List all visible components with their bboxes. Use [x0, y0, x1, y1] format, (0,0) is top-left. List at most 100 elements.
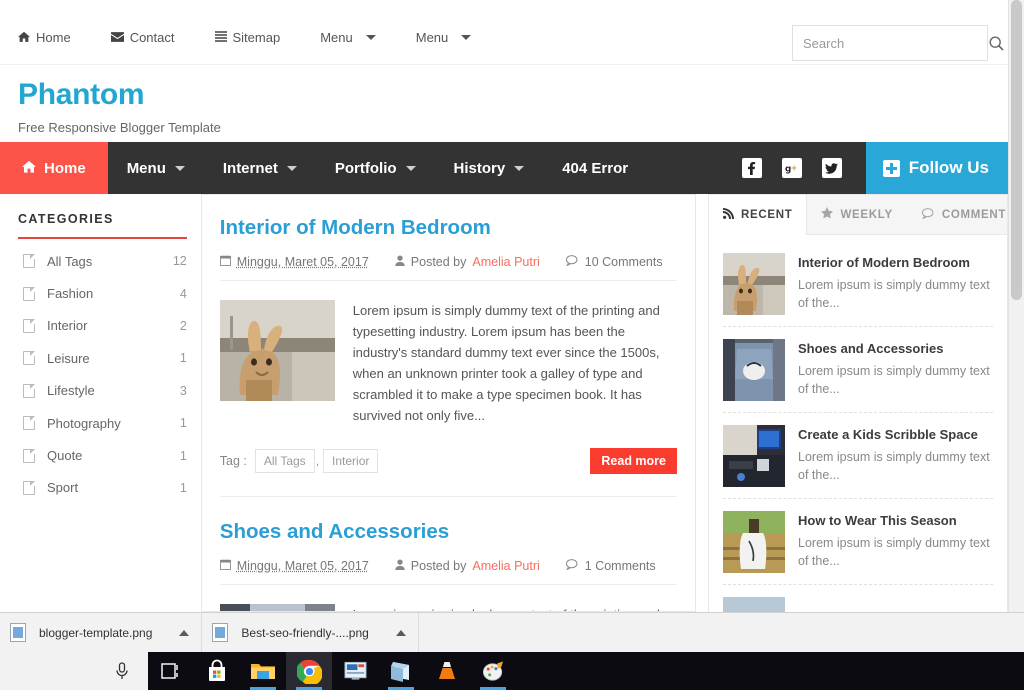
tag-separator: , [315, 454, 320, 468]
list-item[interactable] [723, 585, 993, 612]
nav-item-history[interactable]: History [435, 142, 544, 194]
chevron-up-icon[interactable] [395, 629, 406, 636]
sidebar-item-photography[interactable]: Photography 1 [18, 407, 187, 439]
search-icon [989, 36, 1004, 51]
list-item[interactable]: How to Wear This Season Lorem ipsum is s… [723, 499, 993, 585]
user-icon [395, 559, 405, 573]
file-icon [23, 286, 35, 301]
facebook-icon[interactable] [741, 158, 762, 178]
recent-excerpt: Lorem ipsum is simply dummy text of the.… [798, 536, 990, 568]
tab-comment[interactable]: COMMENT [908, 195, 1021, 234]
category-count: 12 [172, 254, 187, 269]
sidebar-item-fashion[interactable]: Fashion 4 [18, 277, 187, 309]
list-item[interactable]: Create a Kids Scribble Space Lorem ipsum… [723, 413, 993, 499]
list-icon [214, 31, 227, 44]
taskbar-google-chrome-icon[interactable] [286, 652, 332, 690]
post-excerpt: Lorem ipsum is simply dummy text of the … [353, 604, 677, 611]
topnav-item-menu-1[interactable]: Menu [320, 30, 376, 45]
list-item[interactable]: Interior of Modern Bedroom Lorem ipsum i… [723, 241, 993, 327]
topnav-item-sitemap[interactable]: Sitemap [214, 30, 280, 45]
download-item[interactable]: blogger-template.png [0, 612, 203, 653]
nav-item-home[interactable]: Home [0, 142, 108, 194]
comment-count[interactable]: 10 Comments [585, 255, 663, 269]
nav-item-portfolio[interactable]: Portfolio [316, 142, 435, 194]
recent-title[interactable]: Interior of Modern Bedroom [798, 254, 993, 271]
tab-recent[interactable]: RECENT [709, 195, 808, 235]
read-more-button[interactable]: Read more [590, 448, 677, 474]
sidebar-item-sport[interactable]: Sport 1 [18, 472, 187, 504]
post-footer: Tag : All Tags , Interior Read more [220, 448, 677, 474]
topnav-item-contact[interactable]: Contact [110, 30, 175, 45]
post-title[interactable]: Interior of Modern Bedroom [220, 215, 677, 241]
recent-excerpt: Lorem ipsum is simply dummy text of the.… [798, 364, 990, 396]
home-icon [22, 160, 36, 177]
taskbar-notebook-icon[interactable] [378, 652, 424, 690]
search-box[interactable] [792, 25, 1004, 61]
post-date: Minggu, Maret 05, 2017 [219, 559, 369, 573]
post-thumbnail[interactable] [219, 300, 335, 401]
recent-thumbnail [723, 597, 785, 612]
author-name[interactable]: Amelia Putri [472, 255, 539, 269]
taskbar-file-explorer-icon[interactable] [240, 652, 286, 690]
recent-title[interactable]: Create a Kids Scribble Space [798, 426, 993, 443]
taskbar-powerpoint-icon[interactable] [332, 652, 378, 690]
heading-rule [18, 237, 187, 239]
sidebar-item-interior[interactable]: Interior 2 [18, 310, 187, 342]
post-excerpt: Lorem ipsum is simply dummy text of the … [352, 303, 660, 423]
category-count: 3 [179, 383, 187, 398]
post-meta: Minggu, Maret 05, 2017 Posted by Amelia … [219, 255, 677, 281]
topnav-item-menu-2[interactable]: Menu [416, 30, 472, 45]
twitter-icon[interactable] [821, 158, 842, 178]
taskbar-icons [148, 652, 516, 690]
download-item[interactable]: Best-seo-friendly-....png [202, 612, 419, 653]
microphone-icon[interactable] [112, 661, 132, 681]
author-name[interactable]: Amelia Putri [472, 559, 539, 573]
recent-title[interactable]: Shoes and Accessories [798, 340, 993, 357]
taskbar-task-view-icon[interactable] [148, 652, 194, 690]
category-count: 2 [179, 318, 187, 333]
topnav-item-home[interactable]: Home [18, 30, 71, 45]
sidebar-item-all-tags[interactable]: All Tags 12 [18, 245, 187, 277]
search-button[interactable] [989, 26, 1004, 60]
post-comments: 10 Comments [565, 255, 663, 269]
nav-item-internet[interactable]: Internet [204, 142, 316, 194]
sidebar-item-lifestyle[interactable]: Lifestyle 3 [18, 375, 187, 407]
tag-chip-all-tags[interactable]: All Tags [254, 449, 315, 473]
search-input[interactable] [793, 35, 989, 51]
comment-count[interactable]: 1 Comments [585, 559, 656, 573]
taskbar-microsoft-store-icon[interactable] [194, 652, 240, 690]
chevron-up-icon[interactable] [179, 629, 190, 636]
brand-header: Phantom Free Responsive Blogger Template [0, 65, 1008, 142]
category-label: Interior [47, 318, 88, 334]
google-plus-icon[interactable]: g + [781, 158, 802, 178]
post-date-text: Minggu, Maret 05, 2017 [236, 559, 369, 573]
taskbar-paint-icon[interactable] [470, 652, 516, 690]
site-title[interactable]: Phantom [18, 77, 1008, 113]
sidebar-item-leisure[interactable]: Leisure 1 [18, 342, 187, 374]
sidebar-item-quote[interactable]: Quote 1 [18, 439, 187, 471]
category-count: 4 [179, 286, 187, 301]
recent-title[interactable]: How to Wear This Season [798, 512, 993, 529]
topnav-label: Home [36, 30, 71, 45]
nav-item-404-error[interactable]: 404 Error [543, 142, 647, 194]
category-label: Photography [47, 415, 121, 431]
nav-label: History [453, 159, 506, 177]
nav-item-menu[interactable]: Menu [108, 142, 204, 194]
chevron-down-icon [405, 165, 416, 171]
category-count: 1 [179, 351, 187, 366]
recent-text: Interior of Modern Bedroom Lorem ipsum i… [798, 253, 993, 315]
plus-icon [882, 159, 900, 177]
tab-weekly[interactable]: WEEKLY [807, 195, 907, 234]
tag-chip-interior[interactable]: Interior [323, 449, 379, 473]
taskbar-vlc-icon[interactable] [424, 652, 470, 690]
list-item[interactable]: Shoes and Accessories Lorem ipsum is sim… [723, 327, 993, 413]
follow-us-button[interactable]: Follow Us [865, 142, 1008, 194]
page-scrollbar[interactable] [1008, 0, 1024, 612]
chevron-down-icon [286, 165, 297, 171]
scrollbar-thumb[interactable] [1011, 0, 1022, 300]
categories-sidebar: CATEGORIES All Tags 12 Fashion 4 Interio… [0, 194, 201, 612]
post-title[interactable]: Shoes and Accessories [220, 519, 677, 545]
nav-label: 404 Error [562, 159, 629, 177]
post-thumbnail[interactable] [219, 604, 335, 611]
download-filename: Best-seo-friendly-....png [241, 625, 369, 640]
